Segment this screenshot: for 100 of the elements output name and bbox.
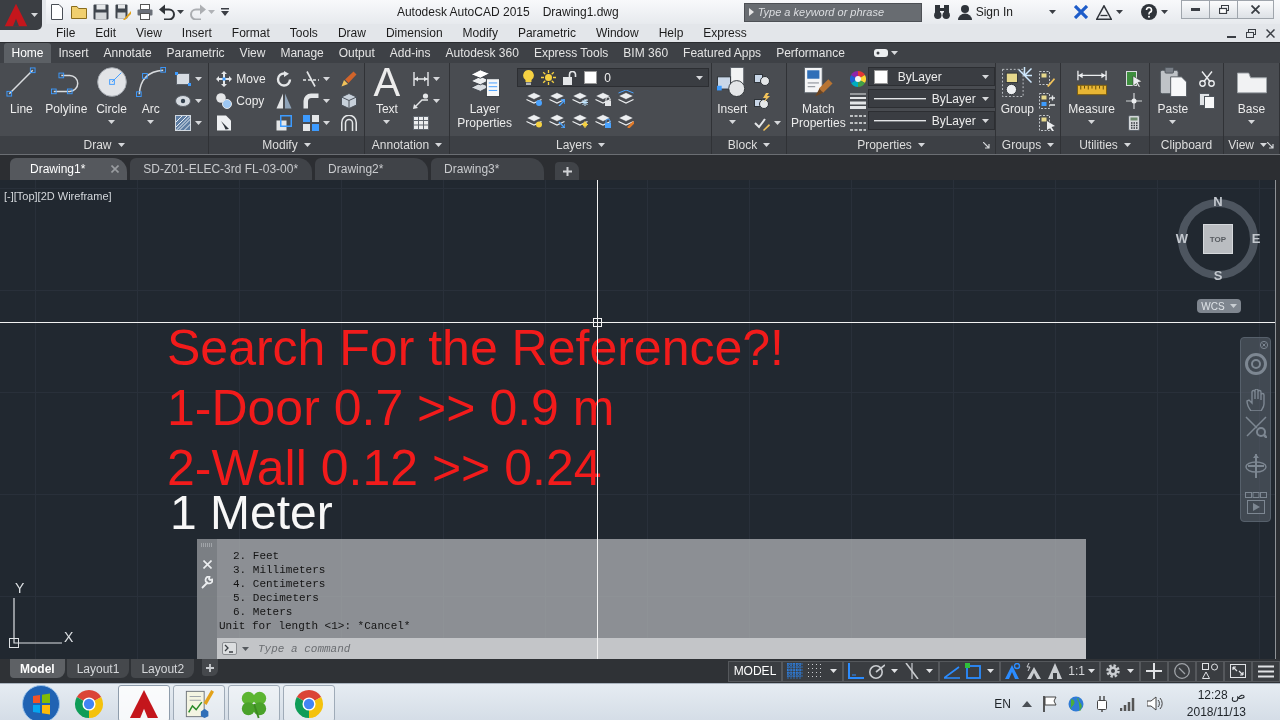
- status-toggle-button[interactable]: [867, 661, 888, 681]
- menu-item[interactable]: Help: [648, 24, 694, 42]
- ribbon-tab[interactable]: Performance: [768, 43, 853, 63]
- ribbon-small-button[interactable]: [1037, 68, 1058, 90]
- property-dropdown[interactable]: ByLayer: [867, 67, 995, 86]
- ribbon-button[interactable]: Insert: [715, 63, 750, 124]
- ribbon-button[interactable]: Polyline: [43, 63, 90, 116]
- layer-dropdown[interactable]: 0: [517, 68, 709, 87]
- ribbon-tab[interactable]: View: [232, 43, 273, 63]
- menu-item[interactable]: File: [46, 24, 86, 42]
- close-drawing-button[interactable]: [1265, 26, 1276, 40]
- model-space-button[interactable]: MODEL: [727, 660, 783, 682]
- ribbon-small-button[interactable]: [172, 112, 204, 134]
- restore-drawing-button[interactable]: [1245, 26, 1257, 40]
- navigation-wheel-button[interactable]: [1244, 353, 1267, 375]
- ribbon-small-button[interactable]: Move: [214, 68, 268, 90]
- ribbon-small-button[interactable]: [301, 112, 332, 134]
- restore-button[interactable]: [1209, 0, 1238, 19]
- taskbar-app-button[interactable]: [173, 685, 225, 720]
- file-tab[interactable]: Drawing2*: [315, 158, 429, 180]
- ribbon-small-button[interactable]: [1037, 90, 1058, 112]
- ribbon-button[interactable]: Base: [1234, 63, 1269, 124]
- ribbon-button[interactable]: Circle: [94, 63, 129, 124]
- command-input[interactable]: Type a command: [254, 638, 1086, 659]
- ribbon-small-button[interactable]: [847, 112, 868, 134]
- fullscreen-button[interactable]: [1224, 660, 1252, 682]
- grip-dots-icon[interactable]: [201, 543, 213, 547]
- ribbon-small-button[interactable]: Copy: [214, 90, 268, 112]
- ribbon-tab[interactable]: Manage: [272, 43, 332, 63]
- ribbon-tab[interactable]: Home: [4, 43, 51, 63]
- file-tab[interactable]: Drawing1*: [10, 158, 128, 180]
- layout-tab[interactable]: Model: [10, 659, 65, 678]
- ribbon-small-button[interactable]: [301, 68, 332, 90]
- ribbon-small-button[interactable]: [1197, 90, 1218, 112]
- menu-item[interactable]: Express: [693, 24, 757, 42]
- orbit-button[interactable]: [1244, 454, 1267, 478]
- file-tab[interactable]: Drawing3*: [431, 158, 545, 180]
- menu-item[interactable]: Edit: [85, 24, 127, 42]
- view-cube-face[interactable]: TOP: [1203, 224, 1233, 254]
- language-button[interactable]: EN: [993, 688, 1012, 719]
- viewport-label[interactable]: [-][Top][2D Wireframe]: [4, 190, 112, 202]
- ribbon-small-button[interactable]: [847, 90, 868, 112]
- property-dropdown[interactable]: ByLayer: [867, 89, 995, 108]
- property-dropdown[interactable]: ByLayer: [867, 111, 995, 130]
- ribbon-button[interactable]: Group: [998, 63, 1036, 116]
- ribbon-button[interactable]: Arc: [133, 63, 168, 124]
- ribbon-tab[interactable]: Add-ins: [382, 43, 438, 63]
- menu-item[interactable]: Dimension: [375, 24, 453, 42]
- close-navigation-button[interactable]: [1260, 341, 1268, 349]
- pan-button[interactable]: [1245, 389, 1266, 411]
- start-button[interactable]: [22, 684, 60, 720]
- dialog-launcher-icon[interactable]: [983, 141, 990, 149]
- ribbon-small-button[interactable]: [274, 112, 295, 134]
- menu-item[interactable]: Insert: [171, 24, 222, 42]
- ribbon-small-button[interactable]: [338, 112, 359, 134]
- ribbon-tab[interactable]: Annotate: [96, 43, 160, 63]
- ribbon-tab[interactable]: Autodesk 360: [438, 43, 527, 63]
- sign-in-button[interactable]: Sign In: [953, 1, 1060, 23]
- taskbar-app-button[interactable]: [228, 685, 280, 720]
- menu-item[interactable]: Parametric: [507, 24, 586, 42]
- layout-tab[interactable]: Layout2: [131, 659, 195, 678]
- ribbon-button[interactable]: Line: [4, 63, 39, 116]
- menu-item[interactable]: Draw: [327, 24, 376, 42]
- menu-item[interactable]: Modify: [452, 24, 508, 42]
- ribbon-tab[interactable]: Express Tools: [526, 43, 616, 63]
- showmotion-button[interactable]: [1244, 492, 1267, 514]
- ribbon-tab[interactable]: Parametric: [159, 43, 233, 63]
- file-tab[interactable]: SD-Z01-ELEC-3rd FL-03-00*: [130, 158, 313, 180]
- taskbar-app-button[interactable]: [118, 685, 170, 720]
- wrench-icon[interactable]: [201, 576, 213, 589]
- new-tab-button[interactable]: [555, 162, 580, 180]
- gear-button[interactable]: [1103, 661, 1123, 681]
- ribbon-tab[interactable]: Insert: [51, 43, 97, 63]
- menu-button[interactable]: [1252, 660, 1280, 682]
- status-toggle-button[interactable]: [846, 661, 867, 681]
- ribbon-tab[interactable]: Output: [331, 43, 383, 63]
- ribbon-small-button[interactable]: [1123, 90, 1144, 112]
- plus-button[interactable]: [1140, 660, 1168, 682]
- annotation-scale-button[interactable]: 1:1: [1066, 661, 1097, 681]
- layout-tab[interactable]: Layout1: [66, 659, 130, 678]
- ribbon-small-button[interactable]: [1123, 68, 1144, 90]
- ribbon-button[interactable]: Match Properties: [789, 63, 848, 130]
- menu-item[interactable]: Tools: [279, 24, 328, 42]
- ribbon-button[interactable]: Measure: [1066, 63, 1117, 124]
- ribbon-small-button[interactable]: [1197, 68, 1218, 90]
- shapes-button[interactable]: [1196, 660, 1224, 682]
- ribbon-small-button[interactable]: [847, 68, 868, 90]
- ribbon-button[interactable]: A Text: [371, 63, 403, 124]
- ribbon-small-button[interactable]: [338, 90, 359, 112]
- menu-item[interactable]: Window: [585, 24, 649, 42]
- command-prompt-button[interactable]: [217, 638, 254, 659]
- ribbon-small-button[interactable]: [411, 90, 443, 112]
- status-toggle-button[interactable]: [963, 661, 984, 681]
- circle-slash-button[interactable]: [1168, 660, 1196, 682]
- ribbon-tab[interactable]: BIM 360: [615, 43, 676, 63]
- minimize-button[interactable]: [1181, 0, 1210, 19]
- new-layout-button[interactable]: [202, 659, 219, 676]
- panel-title-button[interactable]: Layers: [556, 138, 605, 152]
- toolbar-button[interactable]: [156, 2, 187, 22]
- status-toggle-button[interactable]: [785, 661, 806, 681]
